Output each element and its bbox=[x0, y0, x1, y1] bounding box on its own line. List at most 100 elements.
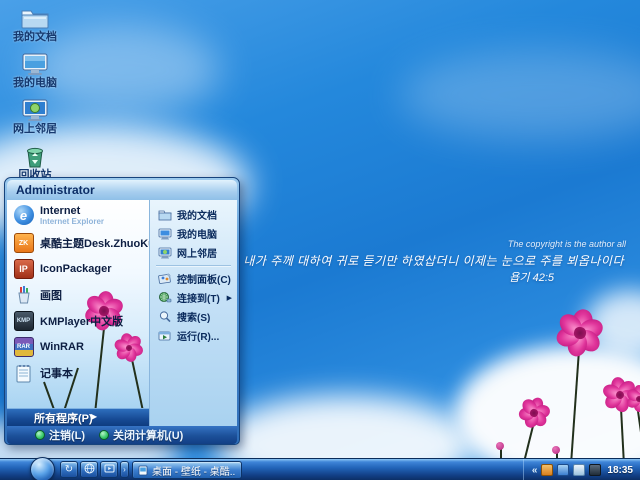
turn-off-label: 关闭计算机(U) bbox=[113, 430, 184, 442]
start-menu-item-control-panel[interactable]: 控制面板(C) bbox=[150, 269, 237, 288]
tray-display-icon[interactable] bbox=[573, 464, 586, 476]
menu-separator bbox=[156, 265, 231, 266]
chevron-right-icon: › bbox=[123, 465, 126, 474]
submenu-arrow-icon: ▶ bbox=[226, 294, 232, 302]
menu-item-sublabel: Internet Explorer bbox=[40, 216, 105, 226]
taskbar-task-button[interactable]: 桌面 - 壁纸 - 桌酷... bbox=[132, 461, 242, 479]
show-desktop-icon: ↻ bbox=[64, 464, 74, 475]
paint-icon bbox=[13, 285, 34, 306]
start-menu-places-list: 我的文档 我的电脑 网上邻居 控制面板(C) 连接到(T) ▶ 搜索(S) 运行… bbox=[149, 200, 237, 426]
start-menu-item-my-documents[interactable]: 我的文档 bbox=[150, 205, 237, 224]
turn-off-icon bbox=[99, 430, 110, 440]
quick-launch-bar: ↻ › bbox=[60, 461, 129, 478]
start-menu-item-run[interactable]: 运行(R)... bbox=[150, 326, 237, 345]
flower-bud bbox=[552, 446, 560, 454]
tray-collapse-chevron-icon[interactable]: « bbox=[532, 465, 538, 476]
internet-explorer-icon bbox=[84, 463, 95, 477]
desktop: The copyright is the author all 내가 주께 대하… bbox=[0, 0, 640, 480]
run-icon bbox=[157, 328, 172, 343]
wallpaper-verse-text: 내가 주께 대하여 귀로 듣기만 하였삽더니 이제는 눈으로 주를 뵈옵나이다 bbox=[243, 254, 624, 268]
tray-network-icon[interactable] bbox=[557, 464, 570, 476]
quick-launch-overflow-button[interactable]: › bbox=[120, 461, 129, 478]
winrar-icon: RAR bbox=[13, 337, 34, 358]
recycle-bin-icon bbox=[20, 144, 50, 169]
internet-explorer-icon: e bbox=[13, 205, 34, 226]
all-programs-button[interactable]: 所有程序(P) ▶ bbox=[7, 408, 149, 426]
quick-launch-media-player-button[interactable] bbox=[100, 461, 118, 478]
desktop-icon-network-places[interactable]: 网上邻居 bbox=[4, 98, 66, 143]
start-menu: Administrator e Internet Internet Explor… bbox=[4, 177, 240, 445]
desktop-icon-label: 我的电脑 bbox=[13, 77, 57, 89]
start-menu-item-network-places[interactable]: 网上邻居 bbox=[150, 243, 237, 262]
menu-item-label: 我的文档 bbox=[177, 211, 217, 222]
my-documents-folder-icon bbox=[20, 6, 50, 31]
wallpaper-copyright-text: The copyright is the author all bbox=[507, 239, 626, 249]
media-player-icon bbox=[104, 463, 115, 477]
desktop-icons: 我的文档 我的电脑 网上邻居 回收站 bbox=[4, 6, 66, 190]
start-menu-item-connect-to[interactable]: 连接到(T) ▶ bbox=[150, 288, 237, 307]
start-menu-item-iconpackager[interactable]: IP IconPackager bbox=[7, 256, 149, 282]
desktop-icon-label: 网上邻居 bbox=[13, 123, 57, 135]
menu-item-label: WinRAR bbox=[40, 341, 84, 353]
menu-item-label: 运行(R)... bbox=[177, 332, 220, 343]
my-documents-icon bbox=[157, 207, 172, 222]
network-places-icon bbox=[157, 245, 172, 260]
control-panel-icon bbox=[157, 271, 172, 286]
task-button-label: 桌面 - 壁纸 - 桌酷... bbox=[152, 466, 236, 478]
menu-item-label: Internet bbox=[40, 204, 81, 217]
taskbar-clock[interactable]: 18:35 bbox=[607, 465, 633, 476]
system-tray: « 18:35 bbox=[522, 459, 640, 480]
desktop-icon-my-documents[interactable]: 我的文档 bbox=[4, 6, 66, 51]
menu-item-label: 桌酷主题Desk.ZhuoKu.Com bbox=[40, 238, 149, 250]
all-programs-arrow-icon: ▶ bbox=[91, 412, 98, 422]
menu-item-label: 搜索(S) bbox=[177, 313, 211, 324]
start-menu-item-my-computer[interactable]: 我的电脑 bbox=[150, 224, 237, 243]
tray-volume-icon[interactable] bbox=[589, 464, 602, 476]
menu-item-label: KMPlayer中文版 bbox=[40, 316, 124, 328]
quick-launch-show-desktop-button[interactable]: ↻ bbox=[60, 461, 78, 478]
menu-item-label: 我的电脑 bbox=[177, 230, 217, 241]
menu-item-label: 记事本 bbox=[40, 368, 73, 380]
all-programs-label: 所有程序(P) bbox=[34, 412, 93, 425]
start-menu-item-notepad[interactable]: 记事本 bbox=[7, 360, 149, 386]
my-computer-icon bbox=[20, 52, 50, 77]
log-off-icon bbox=[35, 430, 45, 440]
start-menu-footer: 注销(L) 关闭计算机(U) bbox=[7, 426, 237, 444]
start-menu-item-winrar[interactable]: RAR WinRAR bbox=[7, 334, 149, 360]
menu-item-label: 网上邻居 bbox=[177, 249, 217, 260]
connect-to-icon bbox=[157, 290, 172, 305]
start-menu-pinned-list: e Internet Internet Explorer ZK 桌酷主题Desk… bbox=[7, 200, 149, 409]
start-menu-item-internet[interactable]: e Internet Internet Explorer bbox=[7, 200, 149, 230]
flower-bud bbox=[496, 442, 504, 450]
start-menu-item-kmplayer[interactable]: KMP KMPlayer中文版 bbox=[7, 308, 149, 334]
quick-launch-internet-explorer-button[interactable] bbox=[80, 461, 98, 478]
desktop-icon-my-computer[interactable]: 我的电脑 bbox=[4, 52, 66, 97]
iconpackager-icon: IP bbox=[13, 259, 34, 280]
flower bbox=[553, 306, 608, 361]
kmplayer-icon: KMP bbox=[13, 311, 34, 332]
log-off-button[interactable]: 注销(L) bbox=[35, 427, 85, 443]
start-menu-item-search[interactable]: 搜索(S) bbox=[150, 307, 237, 326]
flower bbox=[624, 385, 640, 413]
desktop-icon-label: 我的文档 bbox=[13, 31, 57, 43]
network-places-icon bbox=[20, 98, 50, 123]
zhuoku-app-icon: ZK bbox=[13, 233, 34, 254]
start-menu-item-paint[interactable]: 画图 bbox=[7, 282, 149, 308]
log-off-label: 注销(L) bbox=[49, 430, 86, 442]
menu-item-label: 连接到(T) bbox=[177, 294, 220, 305]
search-icon bbox=[157, 309, 172, 324]
start-button[interactable] bbox=[30, 457, 55, 480]
menu-item-label: IconPackager bbox=[40, 263, 112, 275]
tray-app-icon[interactable] bbox=[541, 464, 554, 476]
notepad-icon bbox=[13, 363, 34, 384]
menu-item-label: 控制面板(C) bbox=[177, 275, 231, 286]
turn-off-computer-button[interactable]: 关闭计算机(U) bbox=[99, 427, 183, 443]
menu-item-label: 画图 bbox=[40, 290, 62, 302]
start-menu-user-banner: Administrator bbox=[7, 180, 237, 200]
user-name: Administrator bbox=[16, 183, 95, 197]
task-window-icon bbox=[138, 465, 148, 476]
start-menu-item-zhuoku-theme[interactable]: ZK 桌酷主题Desk.ZhuoKu.Com bbox=[7, 230, 149, 256]
wallpaper-verse-reference: 욥기 42:5 bbox=[509, 272, 554, 284]
my-computer-icon bbox=[157, 226, 172, 241]
taskbar: ↻ › 桌面 - 壁纸 - 桌酷... « 18:35 bbox=[0, 457, 640, 480]
